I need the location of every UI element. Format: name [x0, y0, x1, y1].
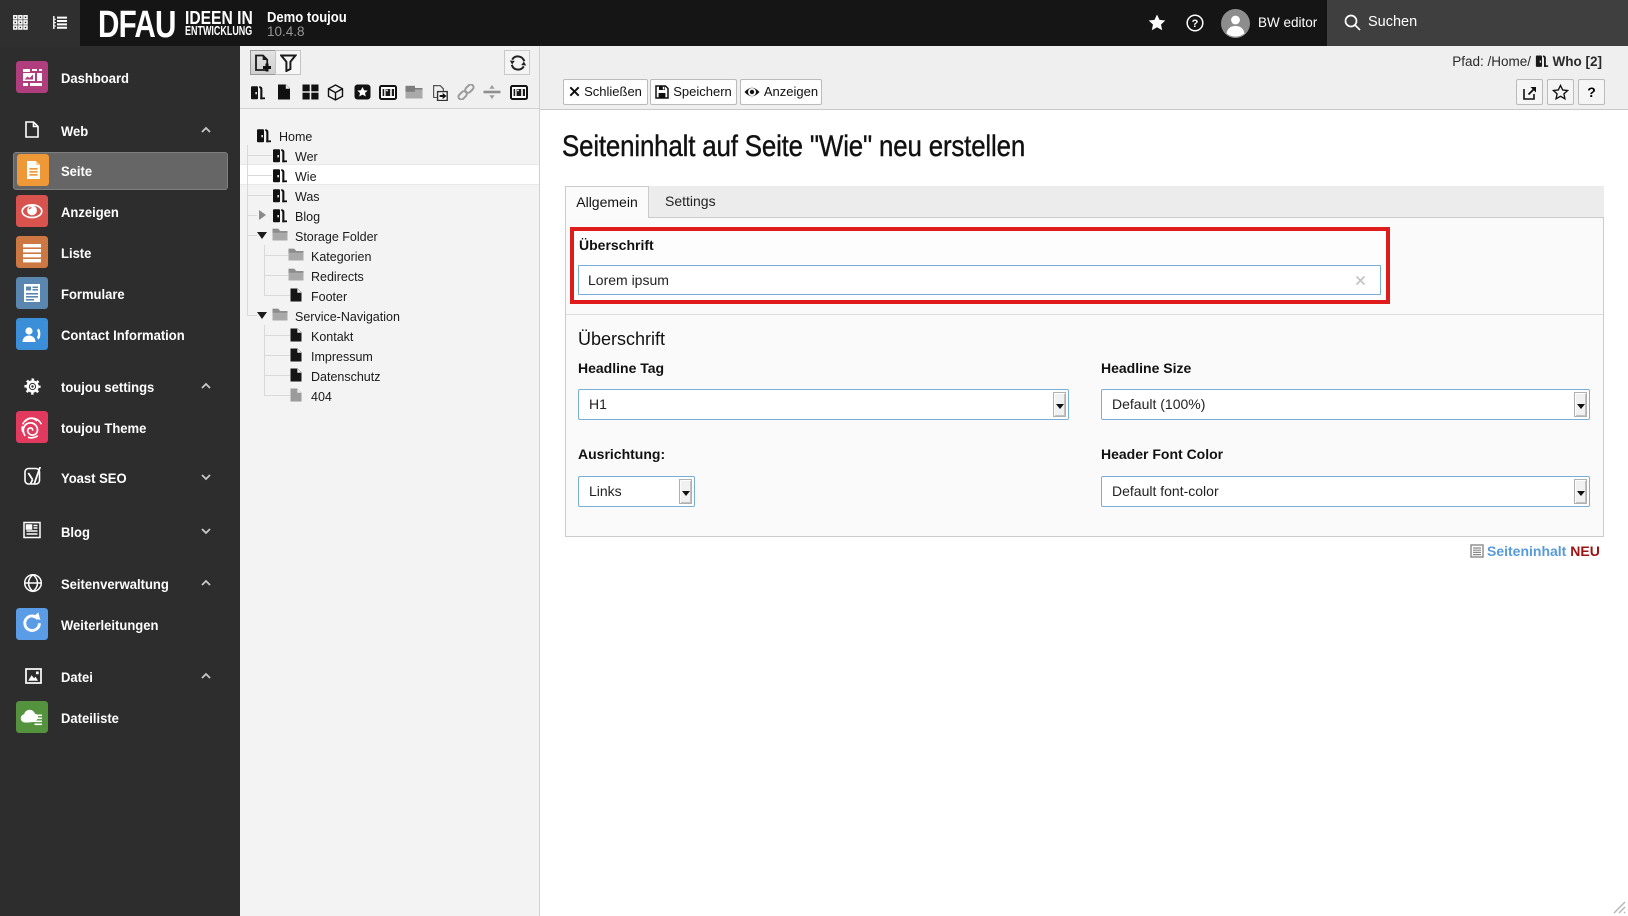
svg-text:?: ? [1192, 18, 1199, 30]
